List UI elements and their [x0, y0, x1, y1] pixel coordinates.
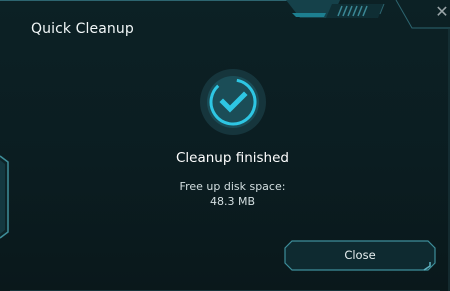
freed-space-value: 48.3 MB	[209, 195, 256, 208]
close-button-label: Close	[344, 248, 376, 262]
checkmark-icon	[198, 67, 268, 137]
quick-cleanup-dialog: Quick Cleanup ✕ Cleanup finished Free up…	[0, 0, 450, 291]
status-title: Cleanup finished	[175, 150, 289, 166]
close-button[interactable]: Close	[284, 240, 436, 271]
dialog-title: Quick Cleanup	[31, 21, 134, 37]
close-icon[interactable]: ✕	[434, 3, 450, 21]
freed-space-label: Free up disk space:	[179, 180, 286, 193]
